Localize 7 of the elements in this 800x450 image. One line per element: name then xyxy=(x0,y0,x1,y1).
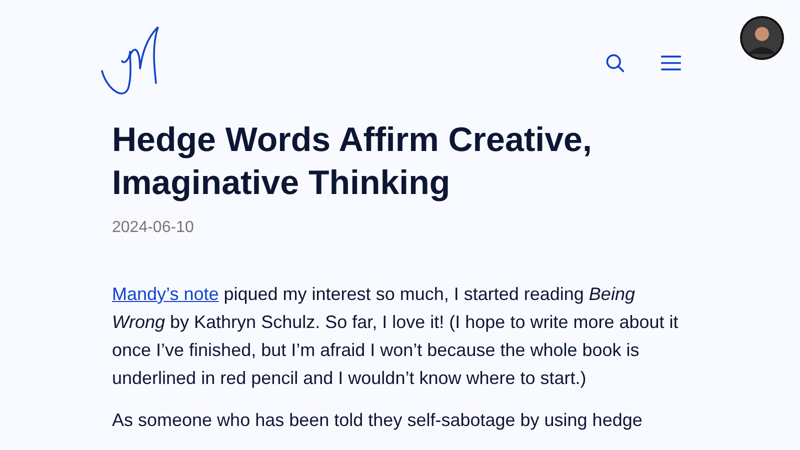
article-date: 2024-06-10 xyxy=(112,219,195,237)
article-paragraph: As someone who has been told they self-sabotage by using hedge xyxy=(112,409,644,432)
search-icon[interactable] xyxy=(604,52,626,74)
article-paragraph: Mandy’s note piqued my interest so much, I started reading Being Wrong by Kathryn Schulz. So far, I love it! (I hope to write more about it once I’ve finished, but I’m afraid I won’t because the whole book is underlined in red pencil and I wouldn’t know where to start.) xyxy=(112,283,680,390)
note-link[interactable]: Mandy’s note xyxy=(112,284,219,304)
avatar-photo[interactable] xyxy=(740,16,784,60)
article-title: Hedge Words Affirm Creative, Imaginative Thinking xyxy=(112,120,593,204)
